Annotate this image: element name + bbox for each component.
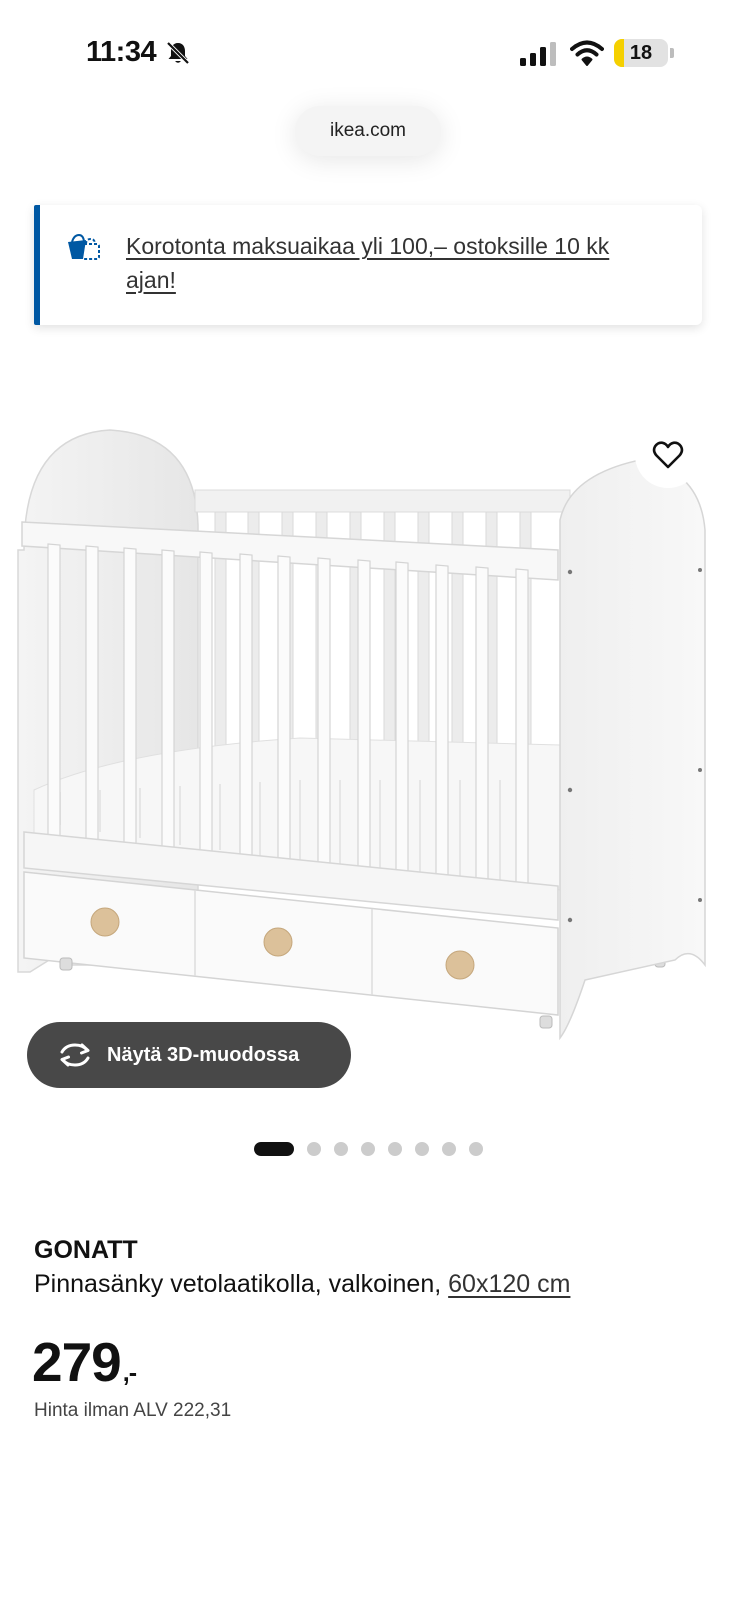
carousel-dot[interactable] [442, 1142, 456, 1156]
shopping-bag-icon [68, 233, 100, 260]
image-carousel-dots[interactable] [254, 1142, 483, 1156]
price-excl-vat: Hinta ilman ALV 222,31 [34, 1400, 232, 1421]
carousel-dot[interactable] [469, 1142, 483, 1156]
product-size-link[interactable]: 60x120 cm [448, 1270, 570, 1298]
carousel-dot[interactable] [388, 1142, 402, 1156]
status-time: 11:34 [86, 36, 157, 68]
product-brand: GONATT [34, 1236, 138, 1264]
wifi-icon [570, 40, 604, 66]
favorite-button[interactable] [635, 422, 701, 488]
promo-link[interactable]: Korotonta maksuaikaa yli 100,– ostoksill… [126, 229, 656, 297]
product-description-text: Pinnasänky vetolaatikolla, valkoinen, [34, 1270, 449, 1298]
product-price: 279,- [32, 1330, 137, 1394]
carousel-dot[interactable] [307, 1142, 321, 1156]
price-suffix: ,- [122, 1359, 137, 1387]
heart-icon [652, 441, 684, 469]
battery-tip [670, 48, 674, 58]
carousel-dot[interactable] [361, 1142, 375, 1156]
status-bar: 11:34 18 [0, 0, 736, 100]
rotate-icon [60, 1043, 90, 1067]
product-image[interactable] [0, 420, 736, 1080]
battery-icon: 18 [614, 39, 668, 67]
promo-banner[interactable]: Korotonta maksuaikaa yli 100,– ostoksill… [34, 205, 702, 325]
carousel-dot[interactable] [254, 1142, 294, 1156]
signal-icon [520, 42, 556, 66]
battery-percentage: 18 [629, 42, 653, 64]
view-3d-label: Näytä 3D-muodossa [107, 1044, 300, 1066]
view-3d-button[interactable]: Näytä 3D-muodossa [27, 1022, 351, 1088]
carousel-dot[interactable] [334, 1142, 348, 1156]
bell-slash-icon [166, 41, 190, 65]
price-value: 279 [32, 1331, 122, 1393]
url-bar[interactable]: ikea.com [295, 106, 441, 156]
product-description: Pinnasänky vetolaatikolla, valkoinen, 60… [34, 1270, 570, 1299]
carousel-dot[interactable] [415, 1142, 429, 1156]
